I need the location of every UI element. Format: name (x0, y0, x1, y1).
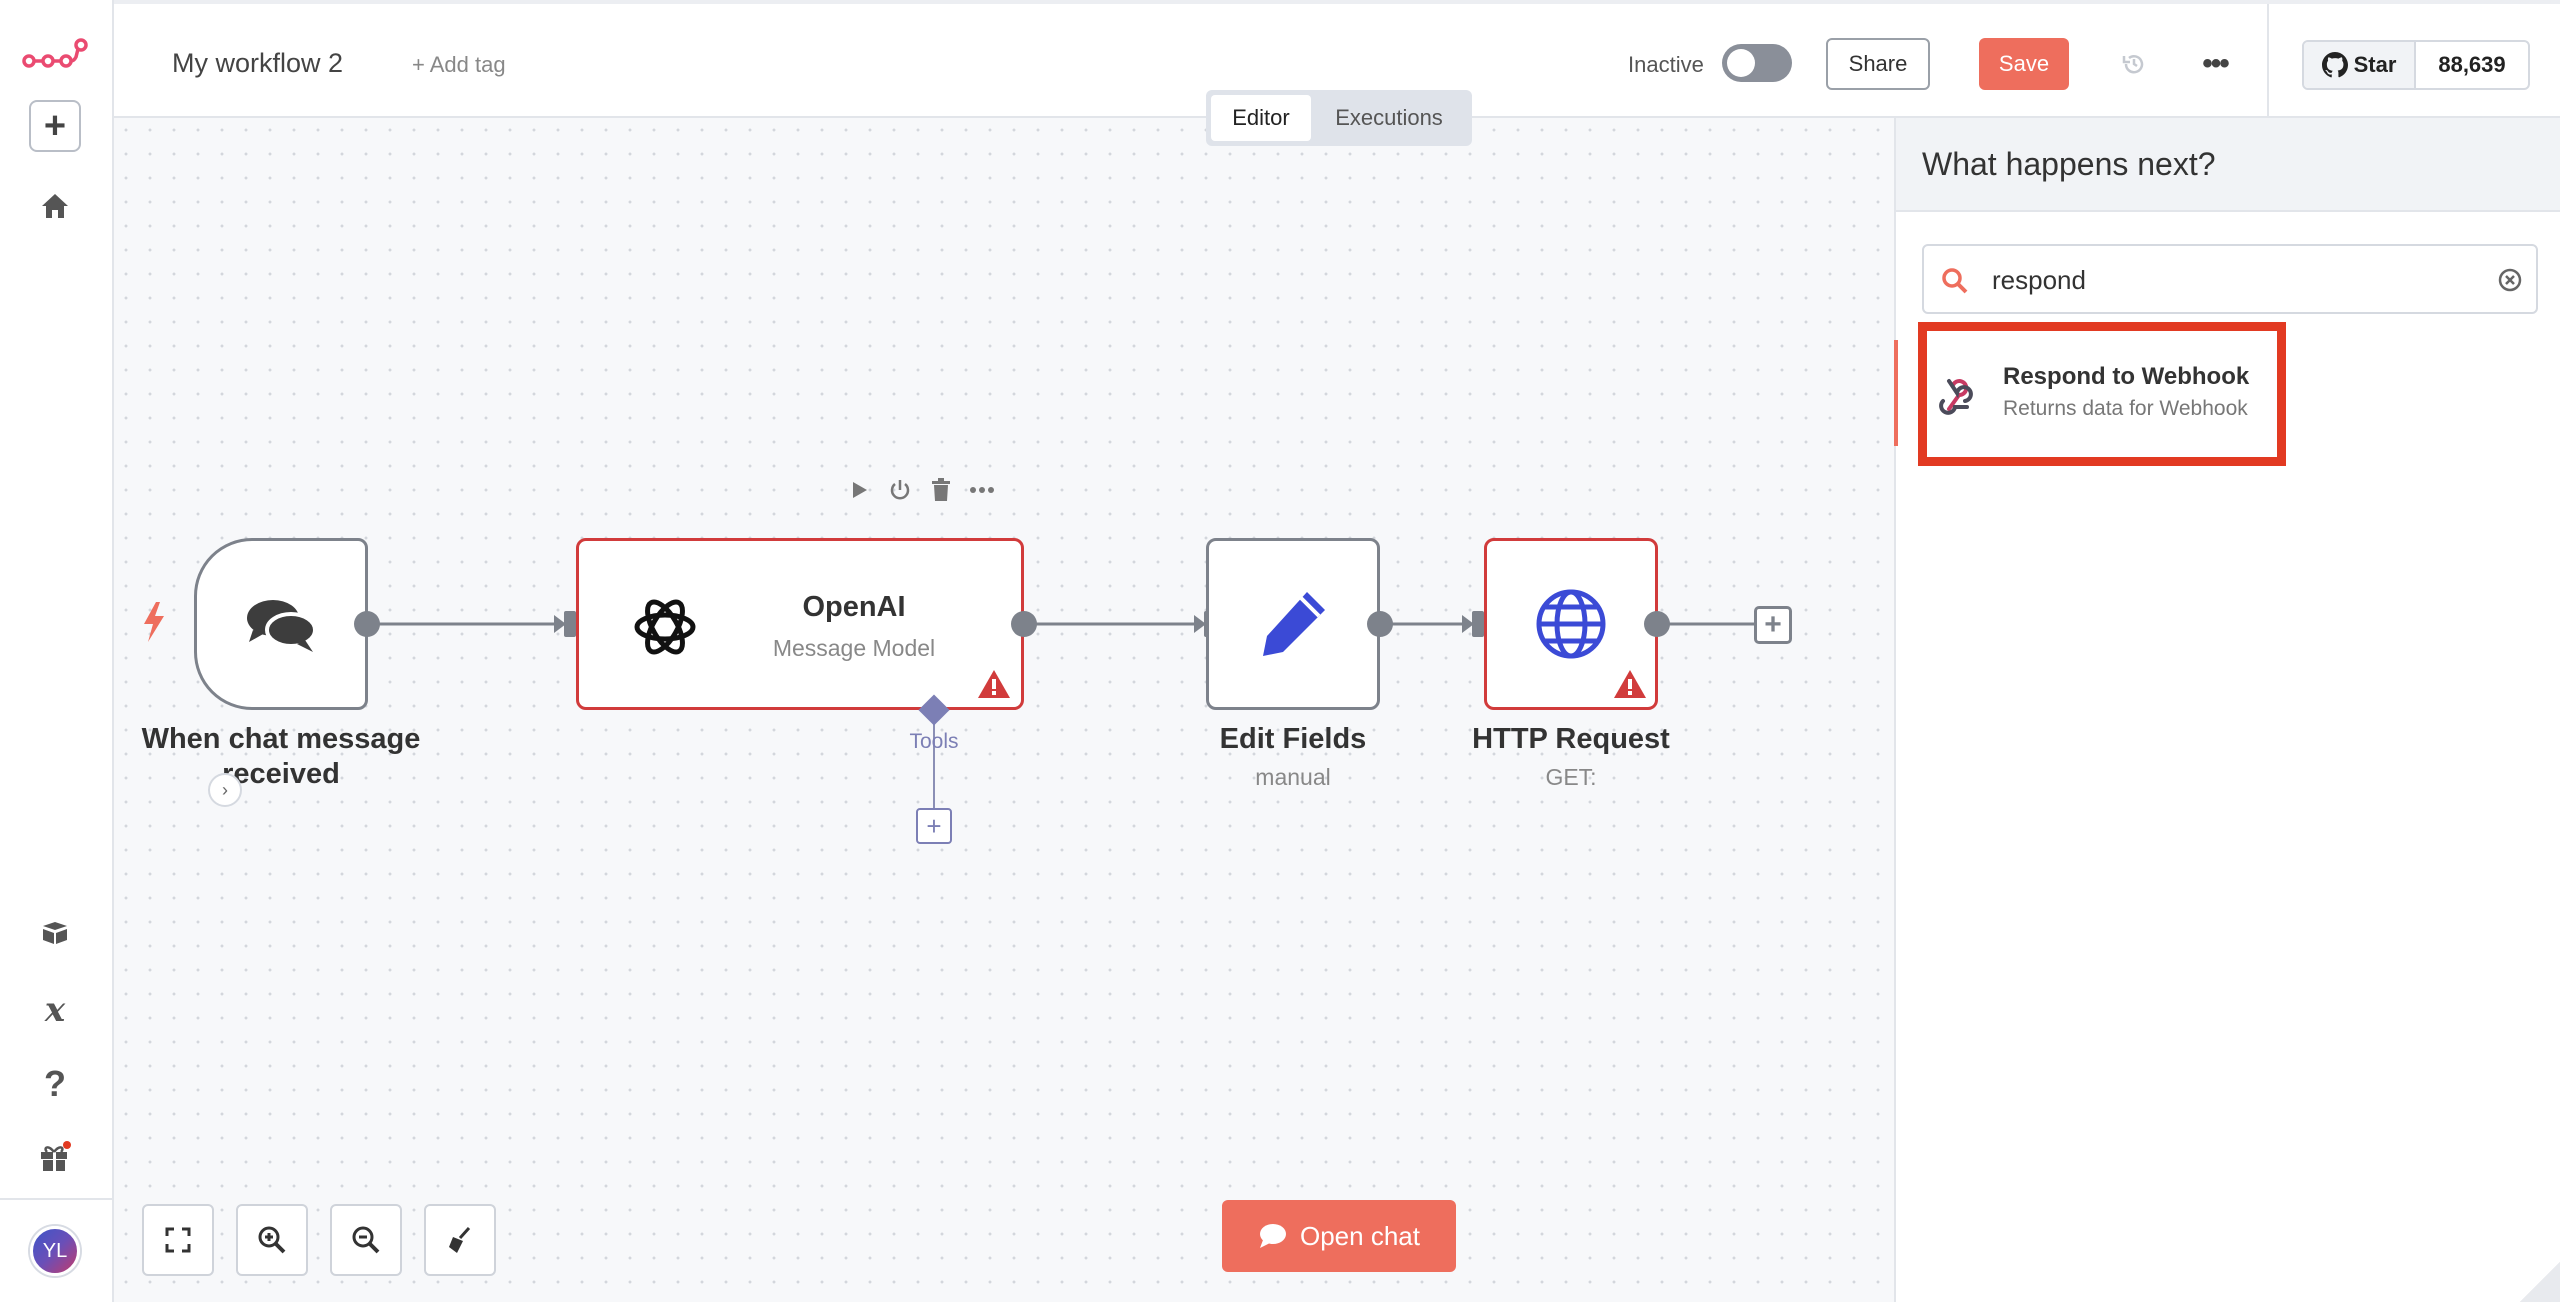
variables-icon[interactable]: x (0, 988, 110, 1032)
zoom-in-button[interactable] (236, 1204, 308, 1276)
header-divider (2267, 4, 2269, 118)
warning-icon (1614, 670, 1646, 698)
history-icon[interactable] (2114, 44, 2154, 84)
view-tabs: Editor Executions (1206, 90, 1472, 146)
input-handle[interactable] (1472, 611, 1484, 637)
broom-icon (449, 1226, 471, 1253)
panel-title: What happens next? (1896, 118, 2560, 212)
open-chat-button[interactable]: Open chat (1222, 1200, 1456, 1272)
active-toggle[interactable] (1722, 44, 1792, 82)
node-chat-trigger-label: When chat message received (141, 723, 421, 790)
toggle-knob (1727, 49, 1755, 77)
avatar: YL (30, 1226, 80, 1276)
tab-editor[interactable]: Editor (1211, 95, 1311, 141)
zoom-out-button[interactable] (330, 1204, 402, 1276)
tools-label: Tools (909, 730, 959, 753)
tab-executions[interactable]: Executions (1315, 95, 1463, 141)
templates-box-icon[interactable] (0, 913, 110, 953)
github-icon (2321, 52, 2348, 78)
power-icon[interactable] (888, 478, 912, 502)
home-icon[interactable] (0, 186, 110, 226)
github-star-label: Star (2353, 52, 2397, 77)
plus-icon: + (29, 100, 81, 152)
node-creator-panel: What happens next? Respond to Webhook Re… (1894, 118, 2560, 1302)
add-tool-button[interactable]: + (916, 808, 952, 844)
save-button[interactable]: Save (1979, 38, 2069, 90)
node-toolbar (848, 478, 994, 502)
node-openai[interactable]: OpenAI Message Model (576, 538, 1024, 710)
globe-icon (1536, 589, 1606, 659)
result-title: Respond to Webhook (2003, 363, 2250, 390)
node-http-request-subtitle: GET: (1545, 764, 1597, 790)
node-edit-fields[interactable] (1206, 538, 1380, 710)
left-sidebar: + x ? YL (0, 0, 114, 1302)
expand-sidebar-chevron-icon[interactable]: › (208, 773, 242, 807)
open-chat-label: Open chat (1300, 1220, 1420, 1251)
workflow-canvas[interactable]: › When chat message received OpenAI Mess… (114, 118, 1894, 1302)
more-options-icon[interactable]: ••• (2190, 44, 2240, 84)
output-handle[interactable] (1011, 611, 1037, 637)
zoom-in-icon (258, 1226, 286, 1254)
plus-icon: + (926, 810, 942, 841)
node-edit-fields-label: Edit Fields (1219, 723, 1367, 755)
share-button[interactable]: Share (1826, 38, 1930, 90)
input-handle[interactable] (564, 611, 576, 637)
trash-icon[interactable] (930, 478, 952, 502)
openai-icon (634, 599, 696, 655)
output-handle[interactable] (1367, 611, 1393, 637)
webhook-icon (1939, 379, 1973, 415)
sidebar-divider (0, 1198, 112, 1200)
chat-icon (1260, 1224, 1286, 1248)
node-openai-subtitle: Message Model (772, 635, 936, 661)
output-handle[interactable] (1644, 611, 1670, 637)
node-http-request-label: HTTP Request (1472, 723, 1670, 755)
play-icon[interactable] (848, 479, 870, 501)
plus-icon: + (1764, 608, 1782, 641)
workflow-name[interactable]: My workflow 2 (172, 48, 343, 79)
tidy-up-button[interactable] (424, 1204, 496, 1276)
fit-view-icon (165, 1227, 191, 1253)
search-input[interactable] (1992, 260, 2472, 300)
more-icon[interactable] (970, 486, 994, 494)
warning-icon (978, 670, 1010, 698)
fit-view-button[interactable] (142, 1204, 214, 1276)
result-respond-to-webhook[interactable]: Respond to Webhook Returns data for Webh… (1918, 322, 2286, 466)
clear-search-icon[interactable] (2498, 268, 2522, 292)
zoom-out-icon (352, 1226, 380, 1254)
active-status-label: Inactive (1628, 52, 1704, 77)
node-edit-fields-subtitle: manual (1255, 764, 1331, 790)
help-icon[interactable]: ? (0, 1062, 110, 1106)
search-icon (1942, 268, 1968, 294)
add-tag-link[interactable]: + Add tag (412, 52, 506, 78)
github-star-button[interactable]: Star 88,639 (2302, 40, 2530, 90)
connections-layer (368, 615, 1754, 808)
n8n-logo-icon[interactable] (0, 30, 110, 80)
chat-bubbles-icon (247, 600, 317, 652)
gift-icon[interactable] (0, 1135, 110, 1179)
trigger-bolt-icon (144, 602, 164, 642)
create-workflow-button[interactable]: + (0, 100, 110, 152)
node-search-box[interactable] (1922, 244, 2538, 314)
user-menu[interactable]: YL (0, 1225, 110, 1277)
result-description: Returns data for Webhook (2003, 397, 2248, 420)
panel-corner (2520, 1262, 2560, 1302)
github-star-count: 88,639 (2438, 52, 2506, 77)
selected-indicator (1894, 340, 1898, 446)
node-openai-title: OpenAI (802, 591, 906, 623)
pencil-icon (1263, 592, 1325, 656)
output-handle[interactable] (354, 611, 380, 637)
node-http-request[interactable] (1484, 538, 1658, 710)
add-node-button[interactable]: + (1754, 606, 1792, 644)
node-chat-trigger[interactable] (194, 538, 368, 710)
